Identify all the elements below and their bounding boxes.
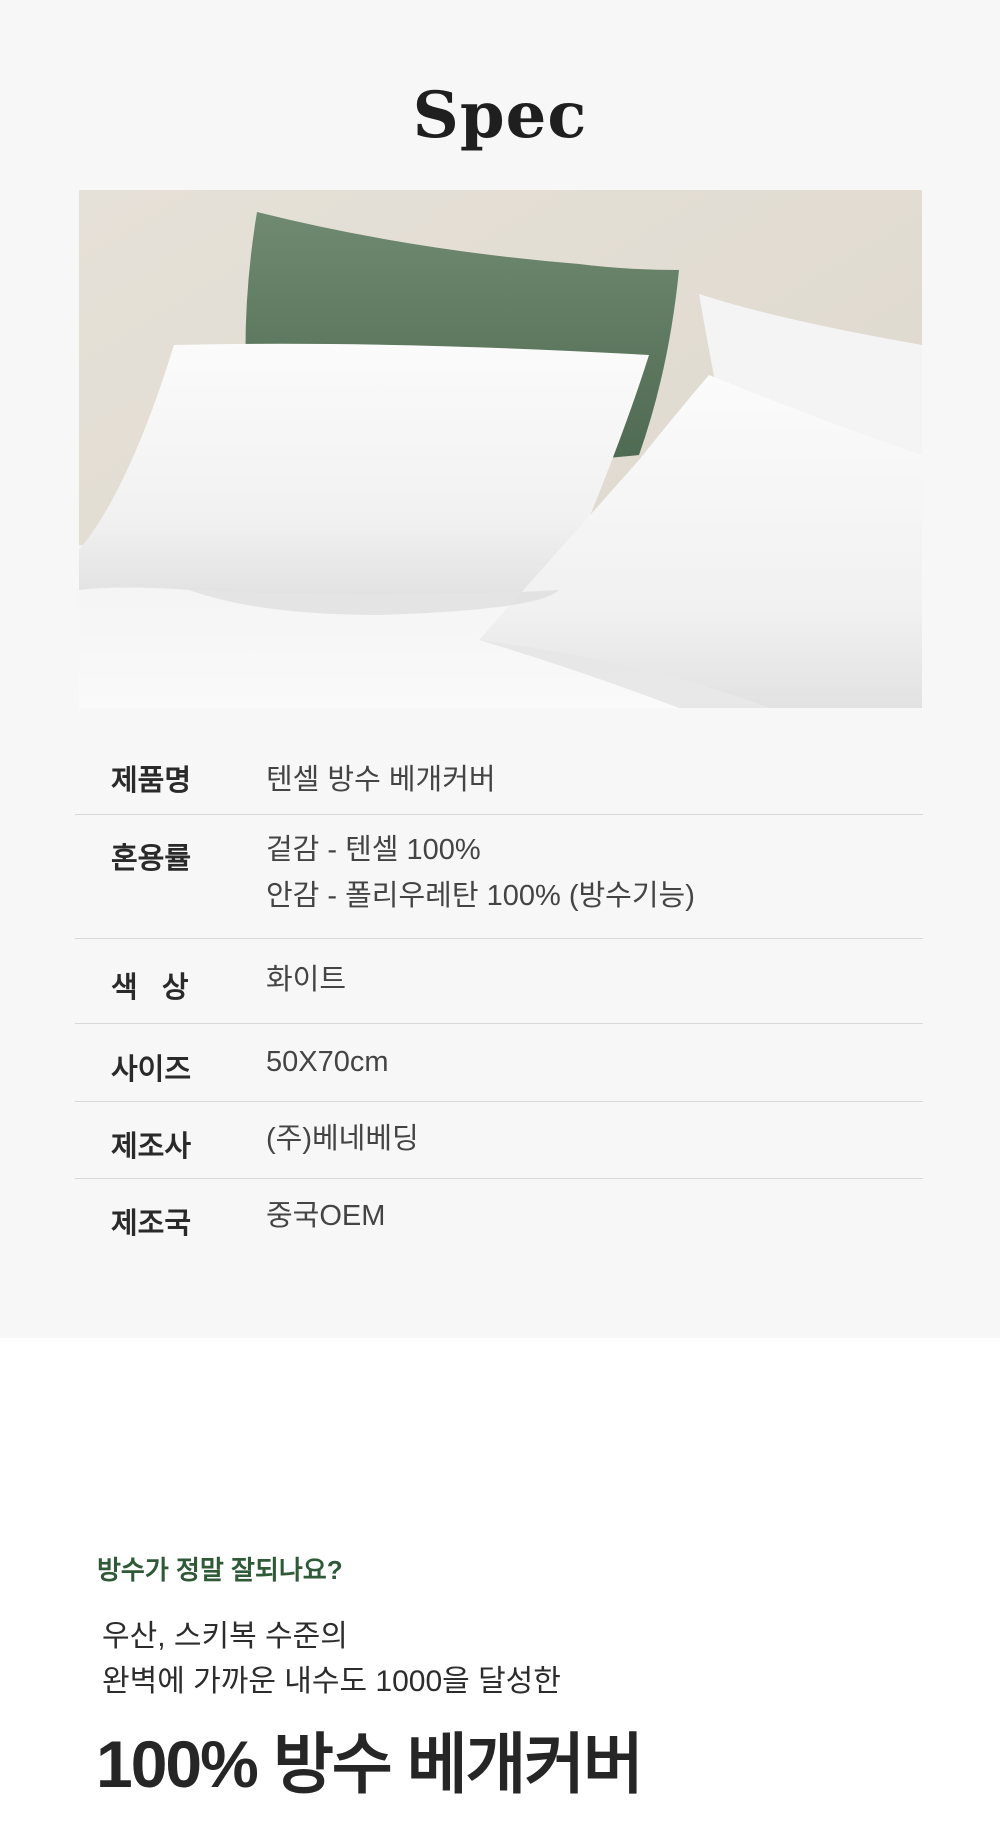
spec-label: 제품명: [111, 765, 192, 797]
spec-row-color: 색 상 화이트: [75, 939, 923, 1024]
waterproof-section: 방수가 정말 잘되나요? 우산, 스키복 수준의 완벽에 가까운 내수도 100…: [0, 1338, 1000, 1847]
spec-value: 텐셀 방수 베개커버: [266, 764, 496, 796]
spec-title: Spec: [412, 78, 588, 153]
qa-question: 방수가 정말 잘되나요?: [97, 1555, 343, 1585]
qa-line: 완벽에 가까운 내수도 1000을 달성한: [102, 1665, 561, 1698]
spec-row-product-name: 제품명 텐셀 방수 베개커버: [75, 746, 923, 815]
spec-label: 사이즈: [111, 1054, 192, 1086]
spec-value: (주)베네베딩: [266, 1123, 419, 1155]
spec-label: 색 상: [111, 972, 189, 1004]
spec-section: Spec 제품명 텐셀 방수 베개커버 혼용률 겉감 - 텐셀 100% 안감 …: [0, 0, 1000, 1338]
spec-row-manufacturer: 제조사 (주)베네베딩: [75, 1102, 923, 1179]
qa-description: 우산, 스키복 수준의 완벽에 가까운 내수도 1000을 달성한: [102, 1614, 561, 1704]
spec-value: 50X70cm: [266, 1046, 389, 1078]
qa-line: 우산, 스키복 수준의: [102, 1620, 348, 1653]
spec-row-origin: 제조국 중국OEM: [75, 1179, 923, 1256]
product-photo: [79, 190, 922, 708]
spec-value: 화이트: [266, 964, 347, 996]
spec-value: 중국OEM: [266, 1200, 386, 1232]
spec-label: 제조국: [111, 1208, 192, 1240]
spec-label: 혼용률: [111, 843, 192, 875]
qa-headline: 100% 방수 베개커버: [96, 1727, 644, 1801]
spec-label: 제조사: [111, 1131, 192, 1163]
spec-row-size: 사이즈 50X70cm: [75, 1024, 923, 1102]
spec-value: 겉감 - 텐셀 100%: [266, 834, 481, 866]
spec-table: 제품명 텐셀 방수 베개커버 혼용률 겉감 - 텐셀 100% 안감 - 폴리우…: [75, 746, 923, 1256]
spec-row-composition: 혼용률 겉감 - 텐셀 100% 안감 - 폴리우레탄 100% (방수기능): [75, 815, 923, 939]
spec-value: 안감 - 폴리우레탄 100% (방수기능): [266, 880, 695, 912]
